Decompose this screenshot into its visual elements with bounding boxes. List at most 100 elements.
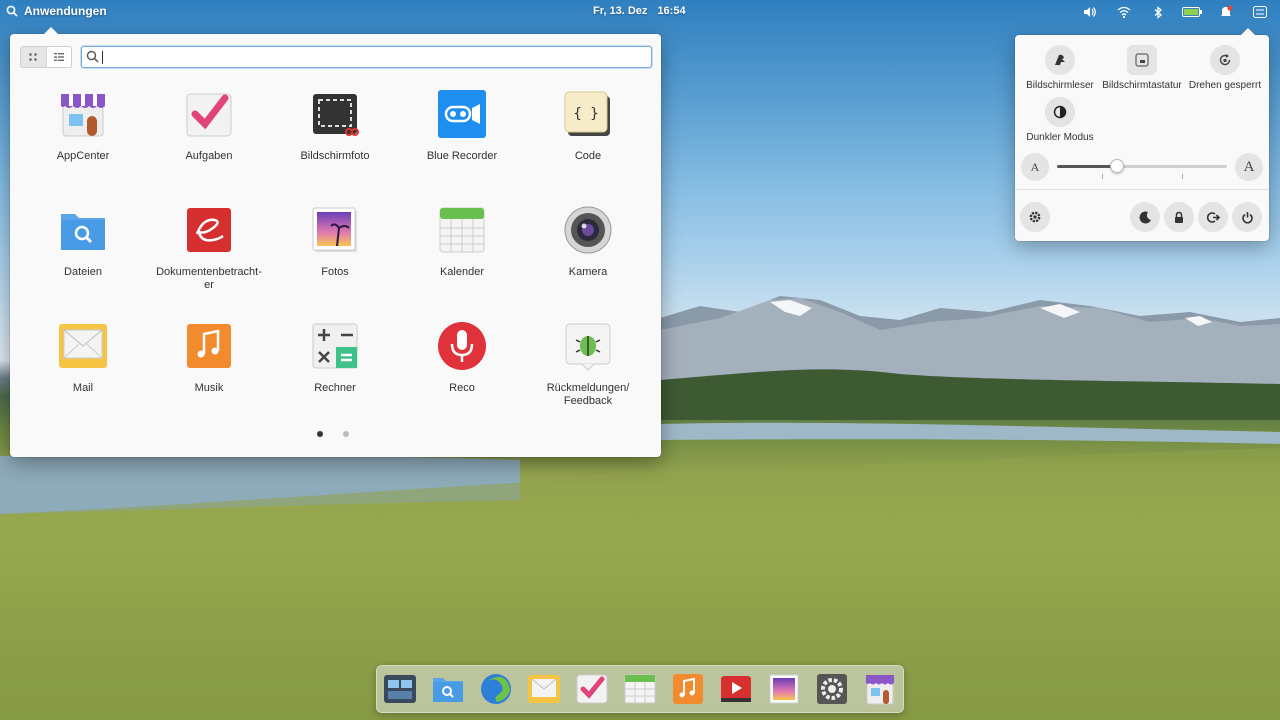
dark-mode-icon: [1053, 105, 1067, 119]
app-reco[interactable]: Reco: [402, 320, 522, 395]
app-tasks[interactable]: Aufgaben: [149, 88, 269, 163]
app-feedback[interactable]: Rückmeldungen/ Feedback: [528, 320, 648, 408]
calculator-icon: [312, 323, 358, 369]
page-indicator: [317, 431, 349, 437]
grid-icon: [29, 53, 38, 61]
search-icon: [86, 50, 99, 63]
applications-label: Anwendungen: [24, 4, 107, 18]
tasks-icon: [186, 93, 232, 137]
tasks-icon[interactable]: [575, 672, 609, 706]
divider: [1015, 189, 1269, 190]
camera-icon: [564, 206, 612, 254]
app-label: Aufgaben: [185, 150, 233, 162]
app-calculator[interactable]: Rechner: [275, 320, 395, 395]
app-screenshot[interactable]: Bildschirmfoto: [275, 88, 395, 163]
browser-icon[interactable]: [479, 672, 513, 706]
calendar-icon[interactable]: [623, 672, 657, 706]
app-photos[interactable]: Fotos: [275, 204, 395, 279]
app-label: AppCenter: [56, 150, 110, 162]
tile-label: Bildschirmleser: [1026, 80, 1094, 91]
onscreen-keyboard-icon: [1135, 53, 1149, 67]
feedback-icon: [565, 323, 611, 371]
quick-settings-popover: Bildschirmleser Bildschirmtastatur Drehe…: [1015, 28, 1269, 241]
lock-button[interactable]: [1164, 202, 1194, 232]
indicator-area: [1080, 3, 1270, 21]
lock-icon: [1175, 211, 1183, 223]
tile-screen-reader[interactable]: Bildschirmleser: [1018, 45, 1102, 91]
quick-settings-icon[interactable]: [1250, 3, 1270, 21]
page-dot-1[interactable]: [317, 431, 323, 437]
text-smaller-button[interactable]: A: [1021, 153, 1049, 181]
app-label: Musik: [194, 382, 224, 394]
app-label: Code: [574, 150, 602, 162]
screen-reader-icon: [1055, 54, 1065, 65]
app-label: Fotos: [321, 266, 349, 278]
power-icon: [1241, 211, 1253, 223]
logout-icon: [1206, 211, 1220, 223]
app-calendar[interactable]: Kalender: [402, 204, 522, 279]
videos-icon[interactable]: [719, 672, 753, 706]
files-icon[interactable]: [431, 672, 465, 706]
app-mail[interactable]: Mail: [23, 320, 143, 395]
text-larger-button[interactable]: A: [1235, 153, 1263, 181]
app-files[interactable]: Dateien: [23, 204, 143, 279]
applications-menu-button[interactable]: Anwendungen: [6, 4, 107, 18]
application-launcher: AppCenter Aufgaben Bildschirmfoto Blue R…: [10, 27, 661, 457]
slider-track[interactable]: [1057, 159, 1227, 179]
files-icon: [61, 214, 105, 250]
page-dot-2[interactable]: [343, 431, 349, 437]
slider-tick: [1182, 174, 1183, 179]
app-label: Kamera: [568, 266, 608, 278]
app-label: Mail: [72, 382, 94, 394]
app-appcenter[interactable]: AppCenter: [23, 88, 143, 163]
settings-button[interactable]: [1020, 202, 1050, 232]
app-code[interactable]: { } Code: [528, 88, 648, 163]
bluetooth-icon[interactable]: [1148, 3, 1168, 21]
volume-icon[interactable]: [1080, 3, 1100, 21]
tile-onscreen-keyboard[interactable]: Bildschirmtastatur: [1100, 45, 1184, 91]
text-size-slider: A A: [1021, 151, 1263, 183]
app-label: Kalender: [439, 266, 485, 278]
app-label: Reco: [449, 382, 475, 394]
text-cursor: [102, 51, 103, 64]
grid-view-button[interactable]: [21, 47, 46, 67]
search-field[interactable]: [81, 46, 652, 68]
photos-icon: [312, 207, 357, 252]
appcenter-icon: [61, 94, 105, 137]
music-icon[interactable]: [671, 672, 705, 706]
power-button[interactable]: [1232, 202, 1262, 232]
view-mode-toggle: [20, 46, 72, 68]
mail-icon[interactable]: [527, 672, 561, 706]
tile-dark-mode[interactable]: Dunkler Modus: [1018, 97, 1102, 143]
notification-icon[interactable]: [1216, 3, 1236, 21]
code-icon: { }: [564, 91, 610, 136]
svg-text:{ }: { }: [573, 106, 598, 122]
tile-rotation-lock[interactable]: Drehen gesperrt: [1183, 45, 1267, 91]
multitasking-icon[interactable]: [383, 672, 417, 706]
night-light-icon: [1139, 210, 1151, 223]
photos-icon[interactable]: [767, 672, 801, 706]
document-viewer-icon: [187, 208, 231, 252]
app-document-viewer[interactable]: Dokumentenbetracht- er: [149, 204, 269, 292]
microphone-icon: [438, 322, 486, 370]
calendar-icon: [439, 207, 485, 253]
app-music[interactable]: Musik: [149, 320, 269, 395]
wifi-icon[interactable]: [1114, 3, 1134, 21]
time-label: 16:54: [657, 5, 686, 17]
battery-icon[interactable]: [1182, 3, 1202, 21]
category-view-button[interactable]: [45, 47, 72, 67]
night-light-button[interactable]: [1130, 202, 1160, 232]
search-input[interactable]: [102, 48, 642, 66]
date-time[interactable]: Fr, 13. Dez 16:54: [593, 5, 686, 17]
app-camera[interactable]: Kamera: [528, 204, 648, 279]
system-settings-icon[interactable]: [815, 672, 849, 706]
slider-handle[interactable]: [1109, 159, 1124, 173]
screenshot-icon: [313, 94, 359, 136]
dock: [376, 665, 904, 713]
app-blue-recorder[interactable]: Blue Recorder: [402, 88, 522, 163]
slider-fill: [1057, 165, 1117, 168]
mail-icon: [59, 324, 107, 368]
appcenter-icon[interactable]: [863, 672, 897, 706]
logout-button[interactable]: [1198, 202, 1228, 232]
list-icon: [53, 53, 64, 61]
